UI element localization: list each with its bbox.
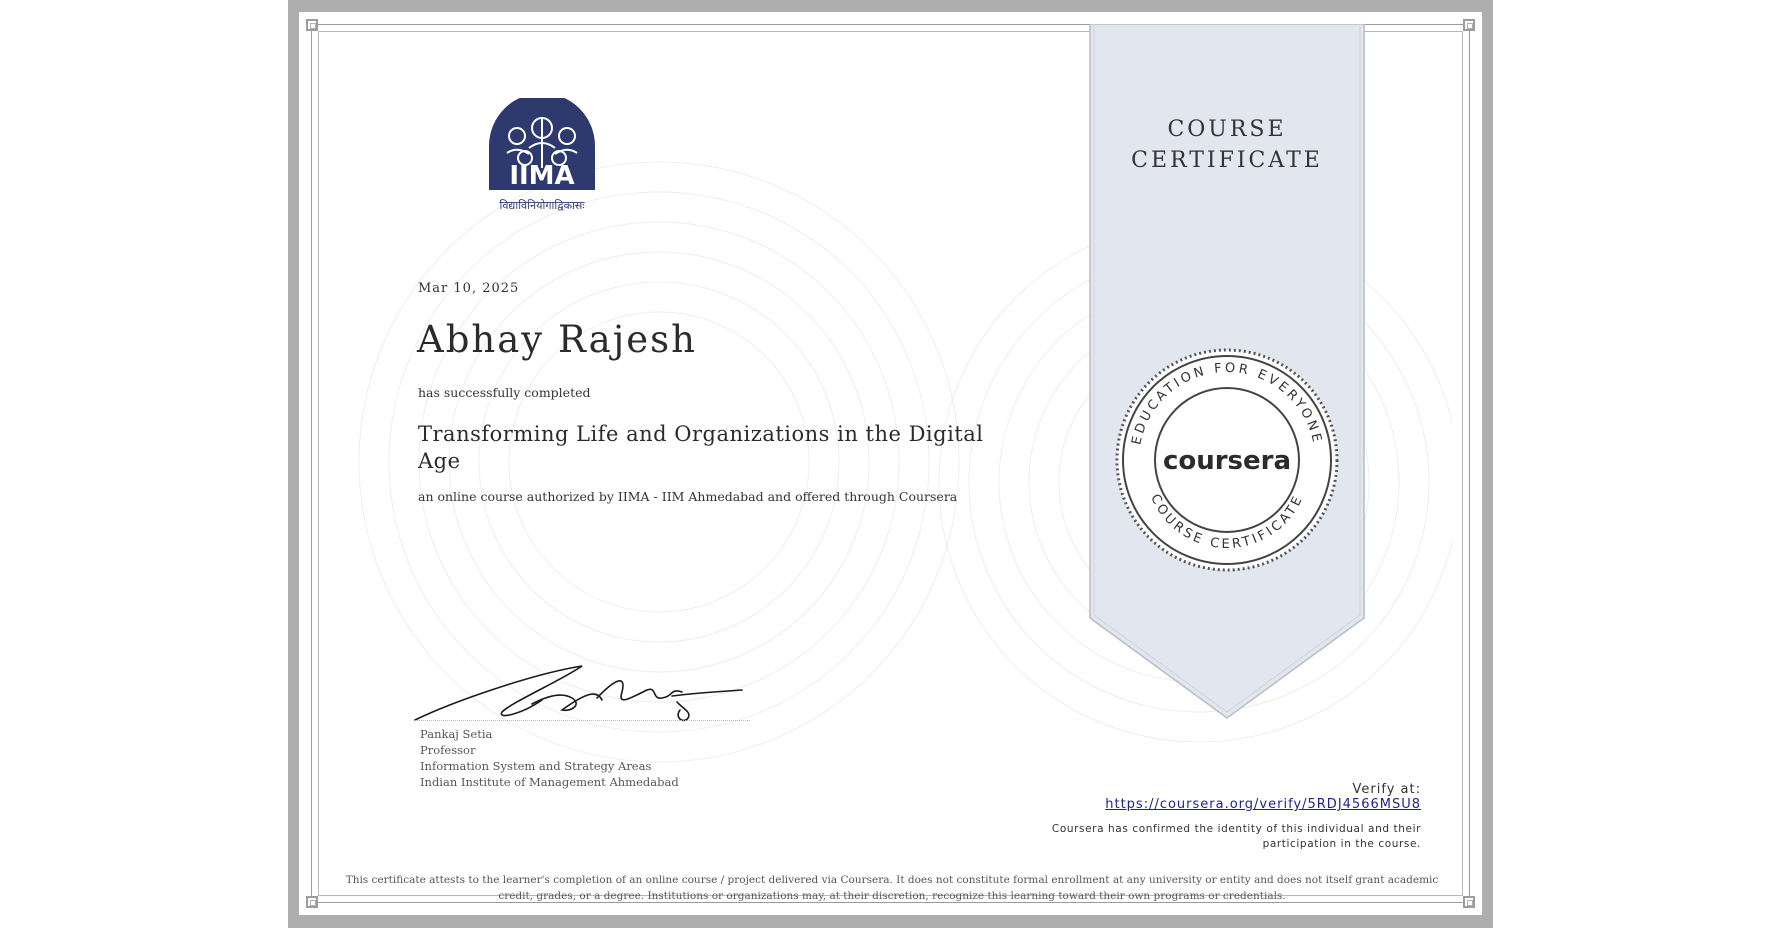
iima-logo: IIMA विद्याविनियोगाद्विकासः — [489, 98, 595, 212]
corner-ornament-bottom-right — [1463, 896, 1475, 908]
recipient-name: Abhay Rajesh — [417, 318, 697, 361]
svg-text:विद्याविनियोगाद्विकासः: विद्याविनियोगाद्विकासः — [499, 199, 585, 212]
signatory-department: Information System and Strategy Areas — [420, 759, 652, 773]
authorization-statement: an online course authorized by IIMA - II… — [418, 489, 958, 504]
signatory-block: Pankaj Setia Professor Information Syste… — [420, 726, 679, 790]
svg-text:IIMA: IIMA — [509, 161, 574, 191]
signature-image — [414, 665, 743, 722]
verify-label: Verify at: — [1352, 782, 1421, 797]
ribbon-title: COURSE CERTIFICATE — [1088, 114, 1366, 176]
seal-brand: coursera — [1163, 446, 1291, 476]
corner-ornament-top-left — [306, 19, 318, 31]
corner-ornament-top-right — [1463, 19, 1475, 31]
corner-ornament-bottom-left — [306, 896, 318, 908]
certificate-paper: IIMA विद्याविनियोगाद्विकासः Mar 10, 2025… — [299, 12, 1482, 915]
coursera-seal: EDUCATION FOR EVERYONE COURSE CERTIFICAT… — [1115, 348, 1339, 572]
ribbon-title-line1: COURSE — [1167, 117, 1287, 142]
signatory-name: Pankaj Setia — [420, 727, 493, 741]
certificate-outer-border: IIMA विद्याविनियोगाद्विकासः Mar 10, 2025… — [288, 0, 1493, 928]
identity-note: Coursera has confirmed the identity of t… — [1051, 823, 1421, 850]
course-title: Transforming Life and Organizations in t… — [418, 422, 984, 473]
certificate-disclaimer: This certificate attests to the learner'… — [345, 874, 1439, 902]
verify-link[interactable]: https://coursera.org/verify/5RDJ4566MSU8 — [1105, 797, 1421, 812]
completion-statement: has successfully completed — [418, 385, 591, 400]
signatory-title: Professor — [420, 743, 476, 757]
ribbon-title-line2: CERTIFICATE — [1131, 148, 1323, 173]
signature-line — [415, 720, 750, 721]
verification-block: Verify at: https://coursera.org/verify/5… — [1105, 782, 1421, 812]
completion-date: Mar 10, 2025 — [418, 281, 520, 296]
signatory-institution: Indian Institute of Management Ahmedabad — [420, 775, 679, 789]
